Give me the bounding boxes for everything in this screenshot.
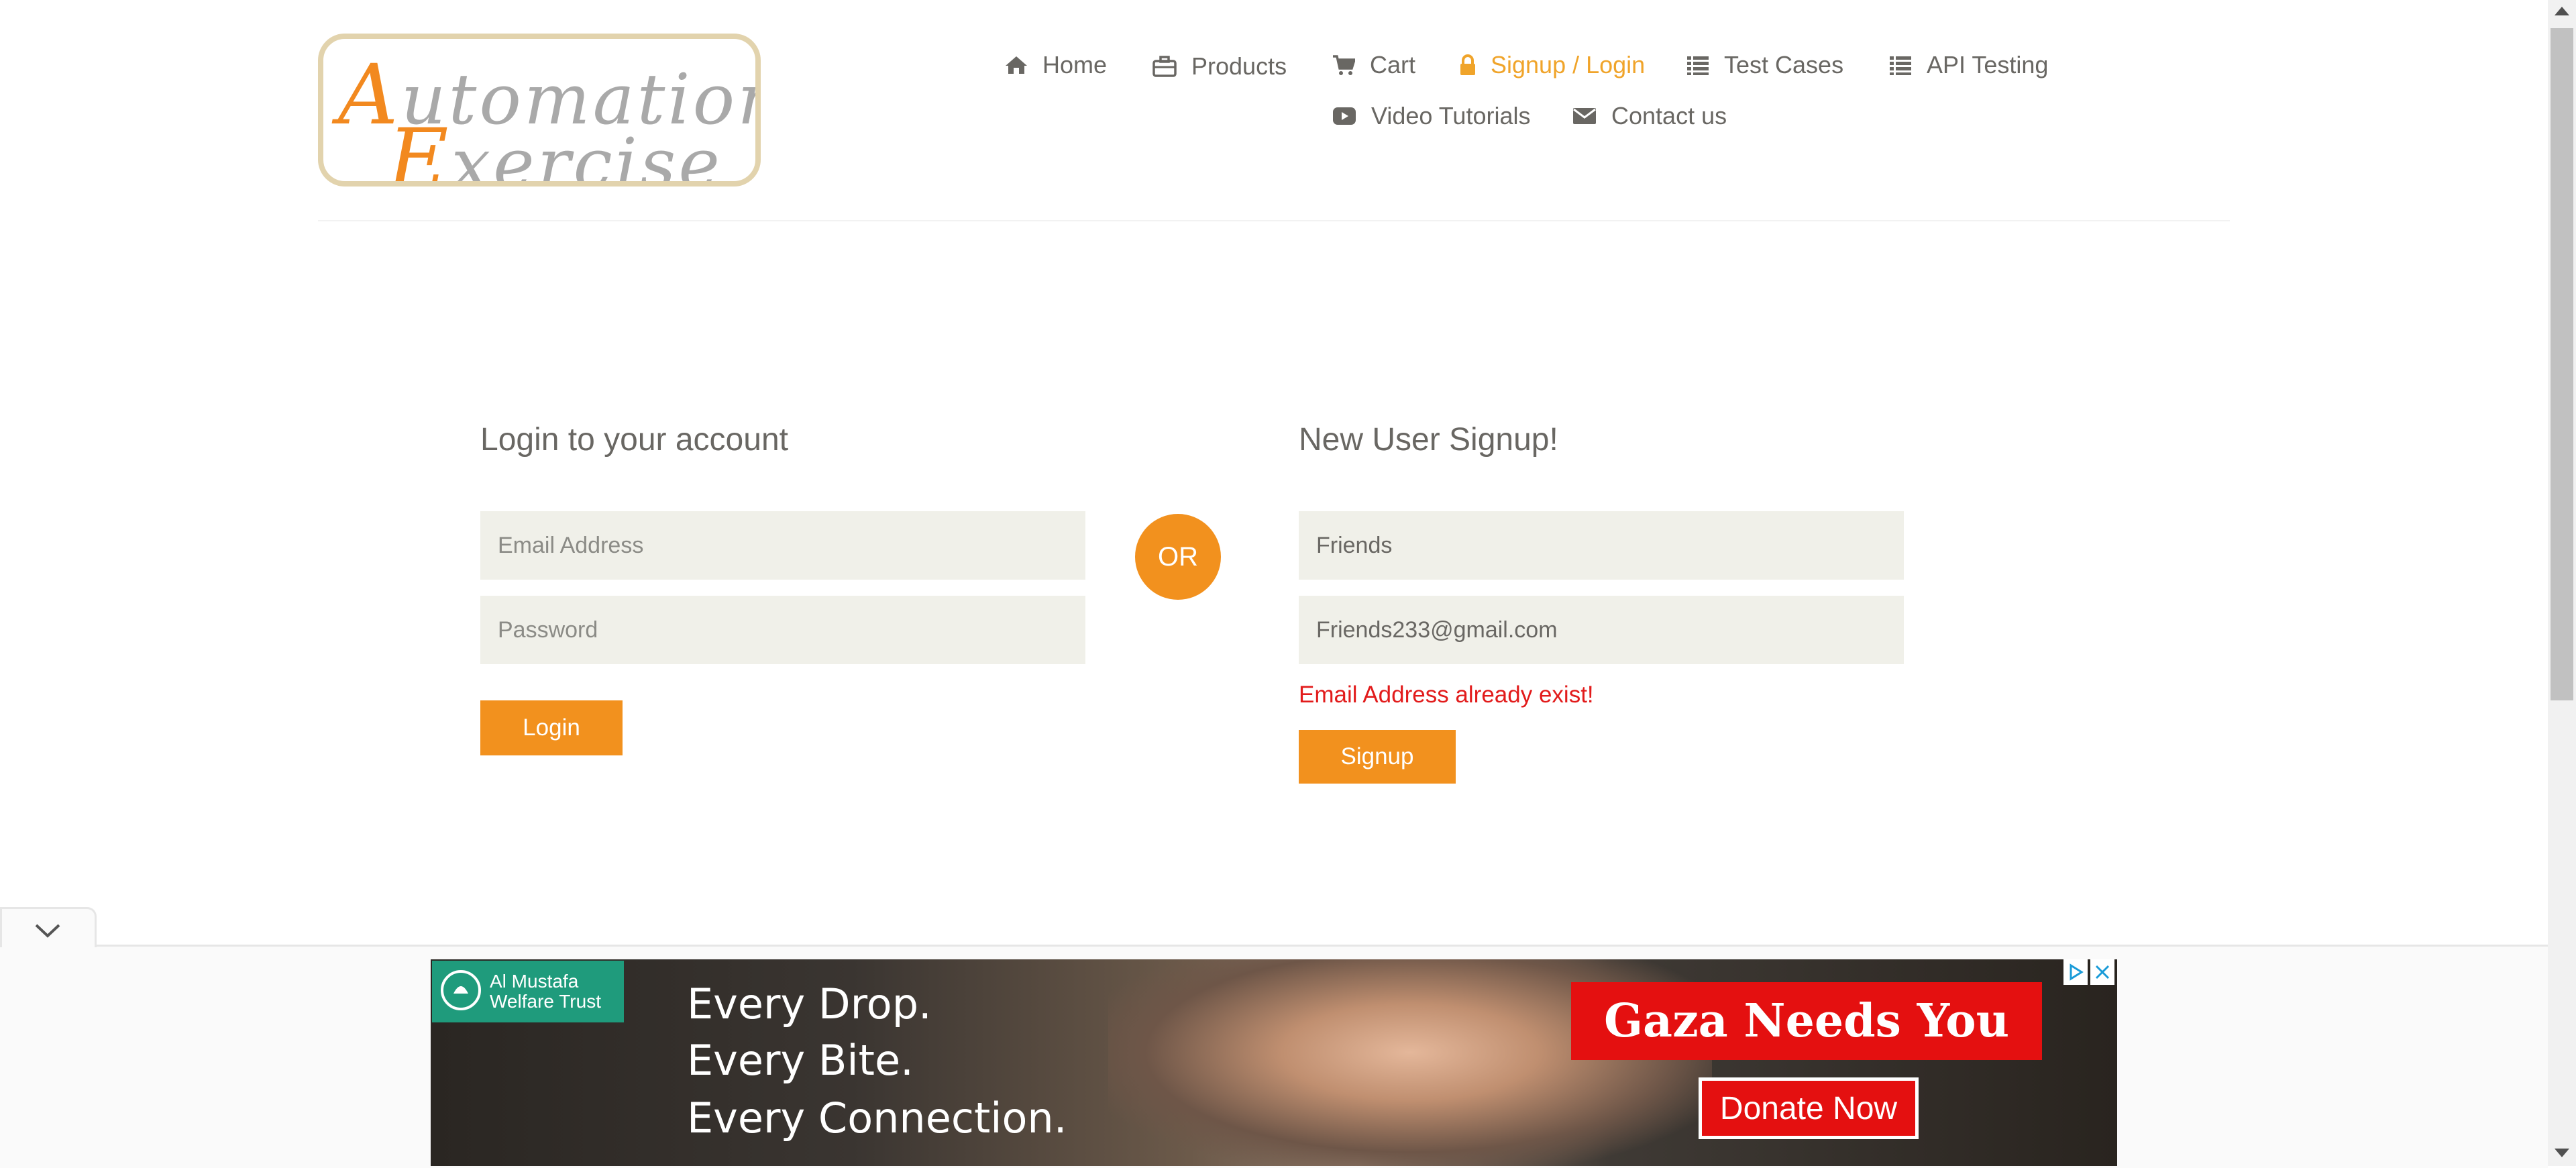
scroll-up-arrow-icon[interactable] [2555, 7, 2569, 15]
or-divider-badge: OR [1135, 514, 1221, 600]
ad-copy-line: Every Drop. [687, 979, 932, 1028]
ad-donate-button[interactable]: Donate Now [1699, 1077, 1919, 1139]
nav-cart-label: Cart [1370, 51, 1416, 78]
charity-logo-icon [439, 967, 483, 1017]
signup-error-message: Email Address already exist! [1299, 682, 1594, 708]
login-password-input[interactable] [480, 596, 1085, 664]
site-logo[interactable]: Automation Exercise [318, 34, 761, 187]
nav-contact-us-label: Contact us [1611, 102, 1727, 129]
login-button[interactable]: Login [480, 700, 623, 755]
ad-brand: Al Mustafa Welfare Trust [432, 961, 624, 1022]
ad-copy-line: Every Connection. [687, 1094, 1067, 1143]
nav-home[interactable]: Home [1005, 51, 1107, 79]
login-email-input[interactable] [480, 511, 1085, 580]
ad-banner[interactable]: Al Mustafa Welfare Trust Every Drop. Eve… [431, 959, 2117, 1166]
envelope-icon [1572, 107, 1597, 125]
ad-headline-box: Gaza Needs You [1571, 982, 2042, 1060]
ad-collapse-toggle[interactable] [0, 907, 97, 947]
chevron-down-icon [34, 922, 61, 942]
nav-products[interactable]: Products [1152, 52, 1287, 81]
nav-api-testing-label: API Testing [1927, 51, 2049, 78]
nav-signup-login[interactable]: Signup / Login [1460, 51, 1645, 79]
list-icon [1686, 55, 1709, 75]
ad-headline: Gaza Needs You [1603, 994, 2010, 1048]
scroll-down-arrow-icon[interactable] [2555, 1149, 2569, 1157]
nav-video-tutorials[interactable]: Video Tutorials [1332, 102, 1530, 130]
signup-email-input[interactable] [1299, 596, 1904, 664]
home-icon [1005, 55, 1028, 75]
cart-icon [1332, 54, 1355, 76]
ad-copy-line: Every Bite. [687, 1036, 914, 1085]
list-icon [1889, 55, 1912, 75]
nav-test-cases-label: Test Cases [1724, 51, 1844, 78]
signup-title: New User Signup! [1299, 422, 1558, 458]
lock-icon [1460, 54, 1476, 76]
nav-home-label: Home [1042, 51, 1108, 78]
ad-brand-text: Al Mustafa Welfare Trust [490, 971, 601, 1012]
nav-products-label: Products [1191, 52, 1287, 80]
products-icon [1152, 56, 1177, 77]
nav-video-tutorials-label: Video Tutorials [1371, 102, 1531, 129]
ad-choices-icon[interactable] [2063, 959, 2088, 985]
logo-line-2: Exercise [388, 111, 722, 187]
scrollbar-thumb[interactable] [2551, 28, 2573, 700]
nav-signup-login-label: Signup / Login [1491, 51, 1646, 78]
youtube-play-icon [1332, 107, 1356, 125]
signup-button[interactable]: Signup [1299, 730, 1456, 784]
login-title: Login to your account [480, 422, 788, 458]
nav-cart[interactable]: Cart [1332, 51, 1415, 79]
nav-contact-us[interactable]: Contact us [1572, 102, 1727, 130]
nav-api-testing[interactable]: API Testing [1889, 51, 2048, 79]
signup-name-input[interactable] [1299, 511, 1904, 580]
ad-close-icon[interactable] [2090, 959, 2114, 985]
nav-test-cases[interactable]: Test Cases [1686, 51, 1843, 79]
header-divider [318, 220, 2230, 221]
